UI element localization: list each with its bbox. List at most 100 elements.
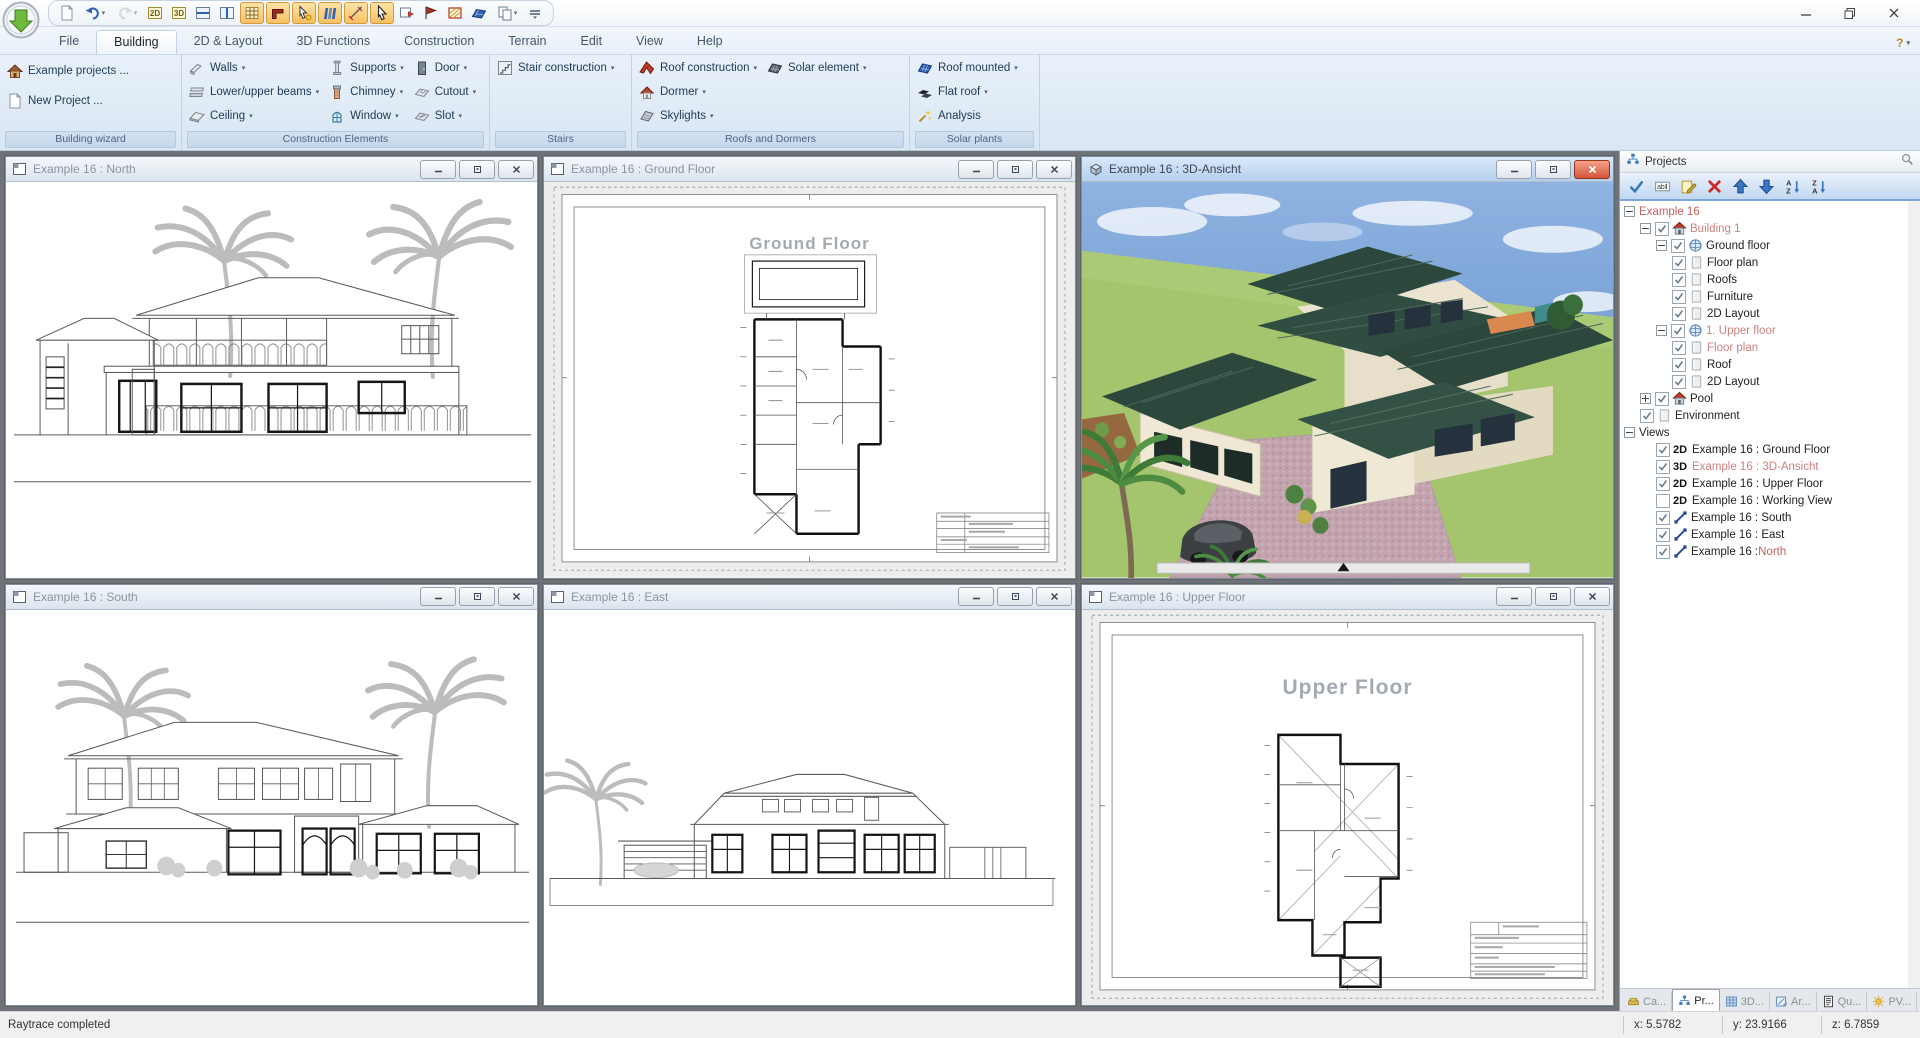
qat-toolbar-options-button[interactable]: [524, 3, 546, 23]
visibility-checkbox[interactable]: [1656, 511, 1670, 525]
visibility-checkbox[interactable]: [1671, 324, 1685, 338]
tree-item[interactable]: Roof: [1620, 356, 1908, 373]
drawing-area[interactable]: [544, 610, 1075, 1006]
qat-wall-corner-button[interactable]: [266, 2, 290, 24]
ribbon-item-chimney[interactable]: Chimney▾: [326, 82, 407, 102]
visibility-checkbox[interactable]: [1656, 528, 1670, 542]
ribbon-item-window[interactable]: Window▾: [326, 106, 407, 126]
visibility-checkbox[interactable]: [1656, 443, 1670, 457]
tab-terrain[interactable]: Terrain: [491, 30, 563, 54]
minimize-button[interactable]: [420, 160, 456, 179]
collapse-icon[interactable]: [1640, 223, 1651, 234]
visibility-checkbox[interactable]: [1640, 409, 1654, 423]
restore-button[interactable]: [459, 587, 495, 606]
help-button[interactable]: ?▾: [1896, 36, 1910, 50]
window-titlebar[interactable]: Example 16 : North: [6, 157, 537, 182]
visibility-checkbox[interactable]: [1672, 307, 1686, 321]
ribbon-item-example-projects-[interactable]: Example projects ...: [4, 61, 132, 81]
confirm-button[interactable]: [1623, 175, 1649, 197]
tree-item[interactable]: 2DExample 16 : Ground Floor: [1620, 441, 1908, 458]
qat-new-document-button[interactable]: [56, 3, 78, 23]
restore-button[interactable]: [459, 160, 495, 179]
visibility-checkbox[interactable]: [1672, 290, 1686, 304]
panel-tab-pv[interactable]: PV...: [1867, 992, 1917, 1011]
restore-button[interactable]: [1535, 160, 1571, 179]
qat-snap-grid-button[interactable]: [240, 2, 264, 24]
collapse-icon[interactable]: [1624, 427, 1635, 438]
move-down-button[interactable]: [1753, 175, 1779, 197]
close-button[interactable]: [498, 587, 534, 606]
ribbon-item-skylights[interactable]: Skylights▾: [636, 106, 760, 126]
tab-construction[interactable]: Construction: [387, 30, 491, 54]
ribbon-item-roof-mounted[interactable]: Roof mounted▾: [914, 58, 1021, 78]
3d-viewport[interactable]: [1082, 182, 1613, 578]
minimize-button[interactable]: [420, 587, 456, 606]
visibility-checkbox[interactable]: [1656, 477, 1670, 491]
qat-transfer-view-button[interactable]: [396, 3, 418, 23]
window-titlebar[interactable]: Example 16 : South: [6, 585, 537, 610]
close-button[interactable]: [1574, 587, 1610, 606]
tree-item[interactable]: Pool: [1620, 390, 1908, 407]
ribbon-item-cutout[interactable]: Cutout▾: [411, 82, 479, 102]
qat-view-2d-button[interactable]: 2D: [144, 3, 166, 23]
visibility-checkbox[interactable]: [1672, 358, 1686, 372]
app-maximize-button[interactable]: [1828, 2, 1872, 24]
tree-item[interactable]: 2D Layout: [1620, 373, 1908, 390]
visibility-checkbox[interactable]: [1656, 545, 1670, 559]
ribbon-item-flat-roof[interactable]: Flat roof▾: [914, 82, 1021, 102]
minimize-button[interactable]: [958, 587, 994, 606]
visibility-checkbox[interactable]: [1671, 239, 1685, 253]
minimize-button[interactable]: [958, 160, 994, 179]
panel-tab-pr[interactable]: Pr...: [1672, 989, 1720, 1011]
expand-icon[interactable]: [1640, 393, 1651, 404]
qat-copy-layout-button[interactable]: ▾: [492, 3, 522, 23]
delete-button[interactable]: [1701, 175, 1727, 197]
restore-button[interactable]: [997, 587, 1033, 606]
close-button[interactable]: [1036, 587, 1072, 606]
rename-button[interactable]: ab: [1649, 175, 1675, 197]
tab-3d-functions[interactable]: 3D Functions: [279, 30, 387, 54]
qat-split-vertical-button[interactable]: [216, 3, 238, 23]
visibility-checkbox[interactable]: [1672, 341, 1686, 355]
ribbon-item-new-project-[interactable]: New Project ...: [4, 91, 132, 111]
visibility-checkbox[interactable]: [1672, 375, 1686, 389]
visibility-checkbox[interactable]: [1672, 273, 1686, 287]
tree-item[interactable]: Example 16 : North: [1620, 543, 1908, 560]
collapse-icon[interactable]: [1656, 325, 1667, 336]
qat-parallel-walls-button[interactable]: [318, 2, 342, 24]
qat-split-horizontal-button[interactable]: [192, 3, 214, 23]
tab-building[interactable]: Building: [96, 30, 176, 54]
qat-select-arrow-button[interactable]: [370, 2, 394, 24]
edit-properties-button[interactable]: [1675, 175, 1701, 197]
minimize-button[interactable]: [1496, 587, 1532, 606]
drawing-area[interactable]: [6, 182, 537, 578]
ribbon-item-ceiling[interactable]: Ceiling▾: [186, 106, 322, 126]
tab-file[interactable]: File: [42, 30, 96, 54]
tree-item[interactable]: 2D Layout: [1620, 305, 1908, 322]
restore-button[interactable]: [1535, 587, 1571, 606]
visibility-checkbox[interactable]: [1655, 392, 1669, 406]
tree-item[interactable]: Furniture: [1620, 288, 1908, 305]
sort-ascending-button[interactable]: AZ: [1779, 175, 1805, 197]
tree-item[interactable]: Example 16: [1620, 203, 1908, 220]
close-button[interactable]: [1574, 160, 1610, 179]
qat-roof-tool-button[interactable]: [420, 3, 442, 23]
tab-edit[interactable]: Edit: [564, 30, 620, 54]
visibility-checkbox[interactable]: [1655, 222, 1669, 236]
tree-item[interactable]: 2DExample 16 : Upper Floor: [1620, 475, 1908, 492]
qat-undo-button[interactable]: ▾: [80, 3, 110, 23]
window-titlebar[interactable]: Example 16 : 3D-Ansicht: [1082, 157, 1613, 182]
app-close-button[interactable]: [1872, 2, 1916, 24]
ribbon-item-roof-construction[interactable]: Roof construction▾: [636, 58, 760, 78]
visibility-checkbox[interactable]: [1656, 494, 1670, 508]
panel-tab-3d[interactable]: 3D...: [1720, 992, 1770, 1011]
ribbon-item-lower-upper-beams[interactable]: Lower/upper beams▾: [186, 82, 322, 102]
window-titlebar[interactable]: Example 16 : Ground Floor: [544, 157, 1075, 182]
qat-solar-panel-button[interactable]: [468, 3, 490, 23]
restore-button[interactable]: [997, 160, 1033, 179]
sort-descending-button[interactable]: ZA: [1805, 175, 1831, 197]
ribbon-item-stair-construction[interactable]: Stair construction▾: [494, 58, 617, 78]
visibility-checkbox[interactable]: [1672, 256, 1686, 270]
ribbon-item-slot[interactable]: Slot▾: [411, 106, 479, 126]
drawing-area[interactable]: Upper Floor: [1082, 610, 1613, 1006]
